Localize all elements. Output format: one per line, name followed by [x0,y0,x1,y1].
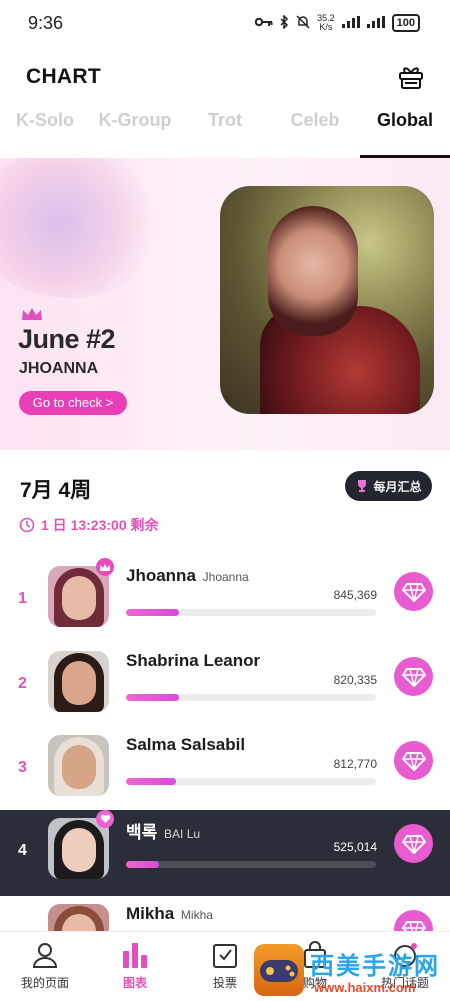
header: CHART [0,52,450,102]
battery-indicator: 100 [391,14,420,32]
diamond-icon [401,751,426,771]
vote-progress-bar [126,778,376,785]
bluetooth-icon [280,13,289,32]
status-icons: 35.2 K/s 100 [254,13,420,32]
vote-progress-bar [126,861,376,868]
trophy-icon [358,480,367,492]
tab-k-solo[interactable]: K-Solo [0,100,90,158]
artist-subname: Mikha [180,908,213,922]
vote-button[interactable] [394,741,433,780]
nav-label: 我的页面 [20,976,69,990]
vote-button[interactable] [394,657,433,696]
go-to-check-button[interactable]: Go to check > [19,391,127,415]
vote-button[interactable] [394,572,433,611]
nav-chart[interactable]: 图表 [90,932,180,1001]
status-time: 9:36 [28,12,64,33]
nav-label: 投票 [212,976,237,990]
signal-icon-2 [366,15,385,31]
diamond-icon [401,582,426,602]
rank-number: 1 [18,590,27,607]
avatar-face [62,828,96,872]
photo-head-shape [268,206,358,336]
avatar [48,566,109,627]
watermark-url: www.haixm.com [314,980,416,995]
artist-name-text: Mikha [126,904,175,923]
artist-name-text: Salma Salsabil [126,735,246,754]
vote-progress-fill [126,609,179,616]
artist-name-text: 백록 [126,823,158,842]
watermark: 西美手游网 www.haixm.com [250,940,450,1001]
monthly-summary-label: 每月汇总 [373,479,422,494]
status-bar: 9:36 35.2 K/s 100 [0,0,450,46]
artist-name: Mikha Mikha [126,904,213,924]
rank-number: 2 [18,675,27,692]
speed-unit: K/s [319,22,333,32]
nav-my-page[interactable]: 我的页面 [0,932,90,1001]
banner-artist-name: JHOANNA [19,360,99,377]
network-speed: 35.2 K/s [317,14,335,32]
vote-count: 525,014 [333,840,377,854]
crown-icon [22,308,42,320]
ballot-icon [210,940,240,970]
banner-decoration [0,158,170,298]
artist-name-text: Shabrina Leanor [126,651,261,670]
artist-subname: BAI Lu [164,827,201,841]
gift-button[interactable] [396,62,426,92]
page-title: CHART [26,65,101,88]
avatar [48,735,109,796]
crown-badge-icon [96,558,114,576]
vote-progress-fill [126,778,176,785]
mute-bell-icon [296,14,310,32]
gamepad-logo-icon [254,944,304,996]
avatar-face [62,745,96,789]
vote-progress-bar [126,694,376,701]
banner-rank-title: June #2 [18,324,116,354]
ranking-row-1[interactable]: 1 Jhoanna Jhoanna 845,369 [0,558,450,644]
category-tabs: K-Solo K-Group Trot Celeb Global [0,100,450,158]
rank-number: 4 [18,842,27,859]
rank-number: 3 [18,759,27,776]
artist-name: Jhoanna Jhoanna [126,566,249,586]
ranking-row-4[interactable]: 4 백록 BAI Lu 525,014 [0,810,450,896]
bar-chart-icon [120,940,150,970]
avatar [48,651,109,712]
vote-progress-fill [126,861,159,868]
signal-icon [341,15,360,31]
ranking-row-2[interactable]: 2 Shabrina Leanor 820,335 [0,643,450,729]
vote-progress-fill [126,694,179,701]
artist-name: 백록 BAI Lu [126,818,200,843]
tab-k-group[interactable]: K-Group [90,100,180,158]
artist-name-text: Jhoanna [126,566,196,585]
countdown: 1 日 13:23:00 剩余 [19,515,159,535]
tab-trot[interactable]: Trot [180,100,270,158]
tab-global[interactable]: Global [360,100,450,158]
avatar-face [62,576,96,620]
vote-count: 820,335 [333,673,377,687]
vote-progress-bar [126,609,376,616]
gift-icon [399,67,423,89]
artist-name: Shabrina Leanor [126,651,260,671]
vote-count: 812,770 [333,757,377,771]
artist-photo [220,186,434,414]
countdown-text: 1 日 13:23:00 剩余 [41,517,159,533]
heart-badge-icon [96,810,114,828]
watermark-text: 西美手游网 [310,953,440,980]
artist-name: Salma Salsabil [126,735,245,755]
vote-count: 845,369 [333,588,377,602]
monthly-summary-button[interactable]: 每月汇总 [345,471,432,501]
person-icon [30,940,60,970]
key-icon [254,16,273,31]
avatar-face [62,661,96,705]
avatar [48,818,109,879]
monthly-banner[interactable]: June #2 JHOANNA Go to check > [0,158,450,450]
diamond-icon [401,667,426,687]
week-title: 7月 4周 [20,479,92,502]
diamond-icon [401,834,426,854]
ranking-row-3[interactable]: 3 Salma Salsabil 812,770 [0,727,450,813]
artist-subname: Jhoanna [202,570,249,584]
clock-icon [19,517,35,533]
vote-button[interactable] [394,824,433,863]
nav-label: 图表 [122,976,147,990]
tab-celeb[interactable]: Celeb [270,100,360,158]
